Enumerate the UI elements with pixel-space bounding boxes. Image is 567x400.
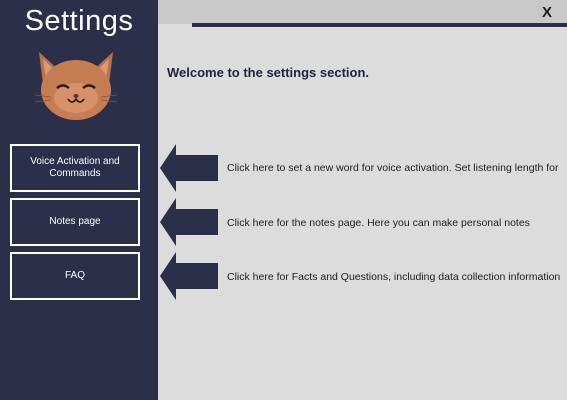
notes-page-description: Click here for the notes page. Here you … (227, 217, 530, 229)
faq-description: Click here for Facts and Questions, incl… (227, 271, 561, 283)
left-arrow-icon (160, 252, 218, 300)
faq-button[interactable]: FAQ (10, 252, 140, 300)
voice-activation-description: Click here to set a new word for voice a… (227, 162, 559, 174)
settings-window: Settings Voice Activation and Commands N… (0, 0, 567, 400)
sidebar: Settings Voice Activation and Commands N… (0, 0, 158, 400)
notes-page-label: Notes page (49, 216, 101, 227)
voice-activation-label: Voice Activation and Commands (30, 156, 120, 179)
faq-description-box: Click here for Facts and Questions, incl… (227, 271, 567, 287)
cat-face-icon (34, 52, 118, 120)
welcome-heading: Welcome to the settings section. (167, 65, 370, 80)
faq-label: FAQ (64, 270, 85, 281)
notes-page-button[interactable]: Notes page (10, 198, 140, 246)
voice-activation-description-box: Click here to set a new word for voice a… (227, 162, 567, 178)
voice-activation-button[interactable]: Voice Activation and Commands (10, 144, 140, 192)
sidebar-title: Settings (24, 5, 134, 37)
left-arrow-icon (160, 144, 218, 192)
left-arrow-icon (160, 198, 218, 246)
notes-page-description-box: Click here for the notes page. Here you … (227, 217, 567, 233)
title-bar (158, 0, 567, 24)
title-bar-divider (192, 23, 567, 27)
close-button[interactable]: X (538, 4, 556, 22)
